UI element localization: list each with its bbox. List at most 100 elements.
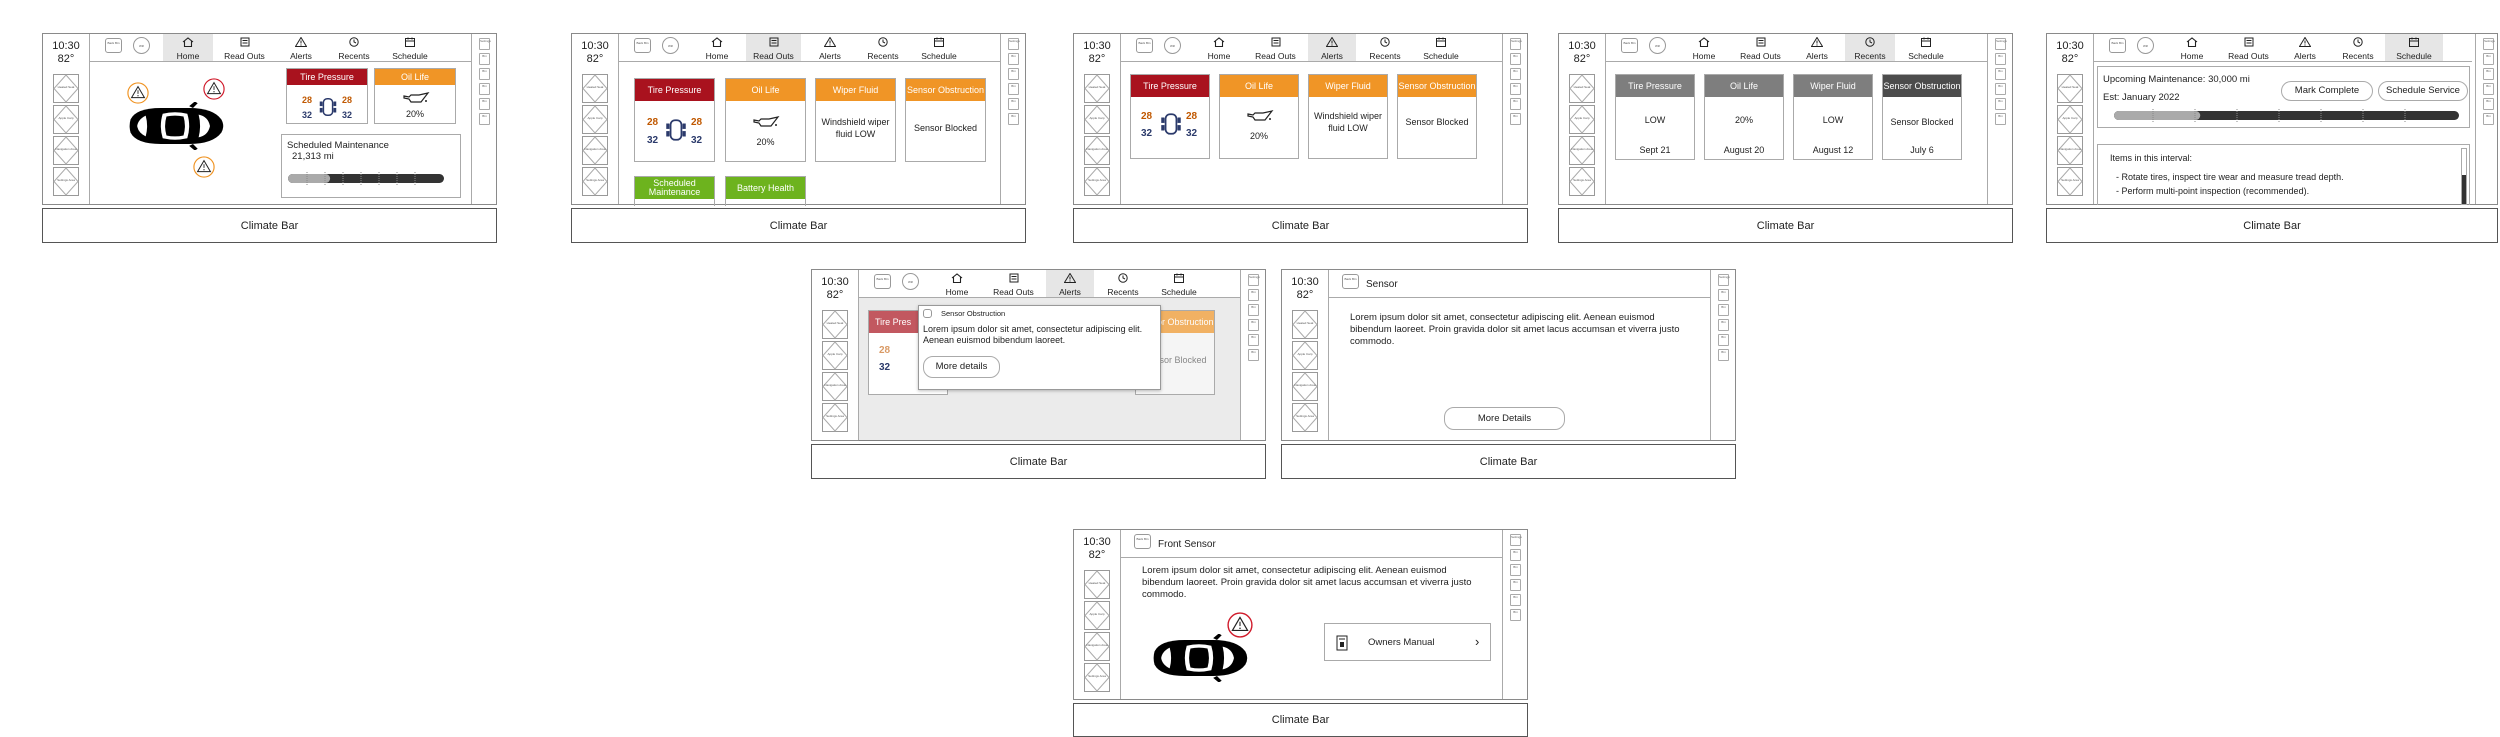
tab-schedule[interactable]: Schedule	[1150, 270, 1208, 297]
more-details-button[interactable]: More Details	[1444, 407, 1565, 430]
warning-icon[interactable]	[193, 156, 215, 178]
tab-alerts[interactable]: Alerts	[1308, 34, 1356, 61]
right-button[interactable]: Settings	[1995, 38, 2007, 50]
heated-seat-button[interactable]: Heated Seat	[53, 74, 79, 103]
tab-recents[interactable]: Recents	[1098, 270, 1148, 297]
apple-carplay-button[interactable]: Apple Carp	[822, 341, 848, 370]
navigation-button[interactable]: Navigation Area	[822, 372, 848, 401]
recent-card[interactable]: Wiper Fluid LOW August 12	[1793, 74, 1873, 160]
right-button[interactable]: Btn	[1510, 564, 1521, 576]
right-button[interactable]: Settings	[2483, 38, 2495, 50]
right-button[interactable]: Btn	[1008, 83, 1019, 95]
warning-icon[interactable]	[203, 78, 225, 100]
navigation-button[interactable]: Navigation Area	[1569, 136, 1595, 165]
back-button[interactable]: Back Btn	[105, 38, 122, 53]
navigation-button[interactable]: Navigation Area	[1292, 372, 1318, 401]
back-button[interactable]: Back Btn	[1342, 274, 1359, 289]
climate-bar[interactable]: Climate Bar	[811, 444, 1266, 479]
back-button[interactable]: Back Btn	[1136, 38, 1153, 53]
wiper-fluid-card[interactable]: Wiper Fluid Windshield wiper fluid LOW	[1308, 74, 1388, 159]
wifi-button[interactable]: Wifi	[662, 37, 679, 54]
tab-home[interactable]: Home	[2167, 34, 2217, 61]
owners-manual-button[interactable]: Owners Manual ›	[1324, 623, 1491, 661]
battery-health-card[interactable]: Battery Health	[725, 176, 806, 206]
right-button[interactable]: Btn	[1995, 53, 2006, 65]
recent-card[interactable]: Tire Pressure LOW Sept 21	[1615, 74, 1695, 160]
right-button[interactable]: Btn	[1008, 113, 1019, 125]
climate-bar[interactable]: Climate Bar	[2046, 208, 2498, 243]
right-button[interactable]: Btn	[1248, 304, 1259, 316]
right-button[interactable]: Btn	[1510, 98, 1521, 110]
warning-icon[interactable]	[127, 82, 149, 104]
settings-area-button[interactable]: Settings Area	[53, 167, 79, 196]
tire-pressure-card[interactable]: Tire Pressure 28 28 32 32	[1130, 74, 1210, 159]
heated-seat-button[interactable]: Heated Seat	[582, 74, 608, 103]
tab-alerts[interactable]: Alerts	[1793, 34, 1841, 61]
settings-area-button[interactable]: Settings Area	[582, 167, 608, 196]
tab-home[interactable]: Home	[692, 34, 742, 61]
tab-recents[interactable]: Recents	[858, 34, 908, 61]
climate-bar[interactable]: Climate Bar	[1073, 208, 1528, 243]
right-button[interactable]: Btn	[479, 53, 490, 65]
apple-carplay-button[interactable]: Apple Carp	[1569, 105, 1595, 134]
right-button[interactable]: Settings	[479, 38, 491, 50]
tab-read-outs[interactable]: Read Outs	[986, 270, 1041, 297]
back-button[interactable]: Back Btn	[874, 274, 891, 289]
sensor-obstruction-card[interactable]: Sensor Obstruction Sensor Blocked	[905, 78, 986, 162]
right-button[interactable]: Btn	[1995, 113, 2006, 125]
right-button[interactable]: Settings	[1248, 274, 1260, 286]
warning-icon[interactable]	[1227, 612, 1253, 638]
wiper-fluid-card[interactable]: Wiper Fluid Windshield wiper fluid LOW	[815, 78, 896, 162]
right-button[interactable]: Btn	[1008, 98, 1019, 110]
apple-carplay-button[interactable]: Apple Carp	[1084, 601, 1110, 630]
wifi-button[interactable]: Wifi	[1164, 37, 1181, 54]
tab-home[interactable]: Home	[1679, 34, 1729, 61]
recent-card[interactable]: Oil Life 20% August 20	[1704, 74, 1784, 160]
right-button[interactable]: Btn	[1510, 113, 1521, 125]
right-button[interactable]: Btn	[1995, 68, 2006, 80]
settings-area-button[interactable]: Settings Area	[1292, 403, 1318, 432]
tab-schedule[interactable]: Schedule	[381, 34, 439, 61]
tab-read-outs[interactable]: Read Outs	[1248, 34, 1303, 61]
right-button[interactable]: Btn	[1718, 304, 1729, 316]
tab-alerts[interactable]: Alerts	[277, 34, 325, 61]
right-button[interactable]: Btn	[2483, 98, 2494, 110]
oil-life-card[interactable]: Oil Life 20%	[725, 78, 806, 162]
settings-area-button[interactable]: Settings Area	[1084, 167, 1110, 196]
tab-alerts[interactable]: Alerts	[1046, 270, 1094, 297]
wifi-button[interactable]: Wifi	[133, 37, 150, 54]
right-button[interactable]: Settings	[1718, 274, 1730, 286]
settings-area-button[interactable]: Settings Area	[2057, 167, 2083, 196]
right-button[interactable]: Btn	[1248, 334, 1259, 346]
right-button[interactable]: Settings	[1008, 38, 1020, 50]
mark-complete-button[interactable]: Mark Complete	[2281, 81, 2373, 101]
right-button[interactable]: Btn	[479, 83, 490, 95]
scheduled-maintenance-card[interactable]: Scheduled Maintenance	[634, 176, 715, 206]
wifi-button[interactable]: Wifi	[2137, 37, 2154, 54]
tab-alerts[interactable]: Alerts	[806, 34, 854, 61]
right-button[interactable]: Btn	[1248, 319, 1259, 331]
navigation-button[interactable]: Navigation Area	[53, 136, 79, 165]
tire-pressure-card[interactable]: Tire Pressure 28 28 32 32	[286, 68, 368, 124]
tab-schedule[interactable]: Schedule	[2385, 34, 2443, 61]
right-button[interactable]: Settings	[1510, 534, 1522, 546]
right-button[interactable]: Settings	[1510, 38, 1522, 50]
navigation-button[interactable]: Navigation Area	[2057, 136, 2083, 165]
apple-carplay-button[interactable]: Apple Carp	[582, 105, 608, 134]
settings-area-button[interactable]: Settings Area	[1084, 663, 1110, 692]
recent-card[interactable]: Sensor Obstruction Sensor Blocked July 6	[1882, 74, 1962, 160]
heated-seat-button[interactable]: Heated Seat	[1569, 74, 1595, 103]
right-button[interactable]: Btn	[479, 98, 490, 110]
oil-life-card[interactable]: Oil Life 20%	[1219, 74, 1299, 159]
climate-bar[interactable]: Climate Bar	[1073, 703, 1528, 737]
right-button[interactable]: Btn	[1718, 349, 1729, 361]
tab-recents[interactable]: Recents	[1360, 34, 1410, 61]
climate-bar[interactable]: Climate Bar	[42, 208, 497, 243]
tire-pressure-card[interactable]: Tire Pressure 28 28 32 32	[634, 78, 715, 162]
wifi-button[interactable]: Wifi	[902, 273, 919, 290]
right-button[interactable]: Btn	[2483, 83, 2494, 95]
tab-home[interactable]: Home	[1194, 34, 1244, 61]
right-button[interactable]: Btn	[1008, 68, 1019, 80]
navigation-button[interactable]: Navigation Area	[1084, 136, 1110, 165]
apple-carplay-button[interactable]: Apple Carp	[53, 105, 79, 134]
